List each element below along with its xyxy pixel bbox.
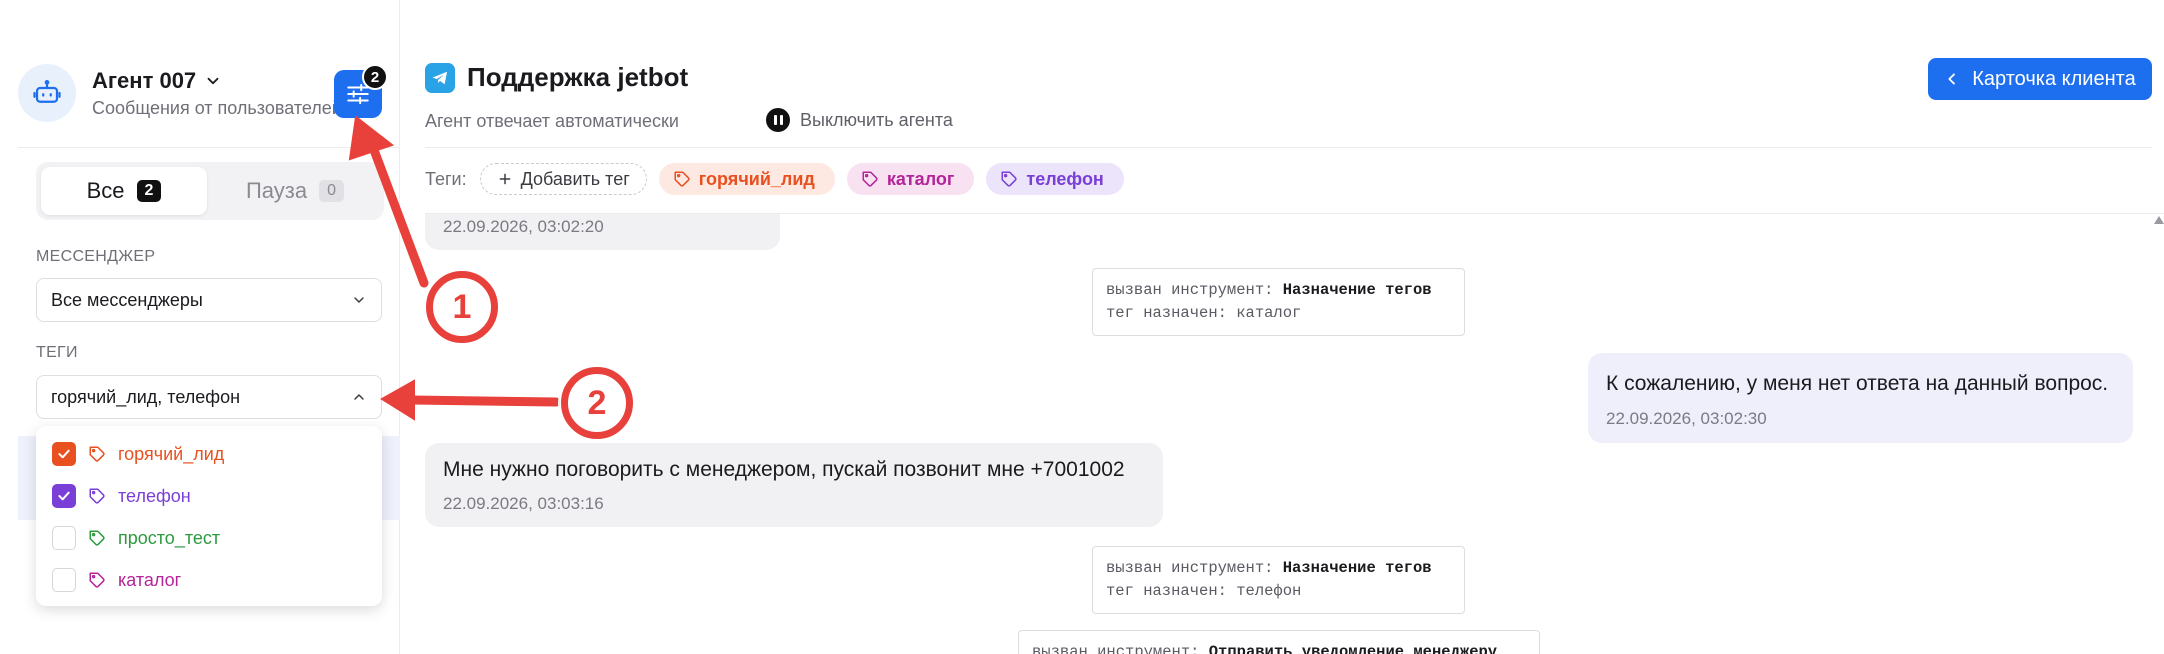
- messenger-select-value: Все мессенджеры: [51, 289, 203, 310]
- annotation-callout-1: 1: [426, 271, 498, 343]
- tool-call-result: тег назначен: телефон: [1106, 582, 1302, 600]
- tab-pause[interactable]: Пауза 0: [212, 167, 378, 215]
- tags-bar-label: Теги:: [425, 168, 467, 189]
- tags-filter-label: ТЕГИ: [36, 344, 78, 361]
- robot-icon: [33, 80, 61, 103]
- message-list[interactable]: 22.09.2026, 03:02:20 вызван инструмент: …: [400, 214, 2164, 654]
- tag-icon: [674, 171, 690, 187]
- tag-chip-telefon[interactable]: телефон: [986, 163, 1124, 195]
- checkbox-checked[interactable]: [52, 484, 76, 508]
- telegram-icon: [425, 62, 455, 93]
- tag-icon: [89, 572, 105, 588]
- tag-icon: [862, 171, 878, 187]
- tags-select[interactable]: горячий_лид, телефон: [36, 375, 382, 419]
- tag-chip-label: каталог: [886, 168, 955, 189]
- pause-icon: [766, 108, 790, 132]
- chevron-down-icon: [354, 297, 364, 303]
- tool-call-name: Отправить уведомление менеджеру: [1208, 643, 1498, 654]
- tag-option-label: телефон: [118, 485, 191, 506]
- tag-icon: [89, 446, 105, 462]
- tab-pause-count: 0: [319, 180, 345, 202]
- message-time: 22.09.2026, 03:03:16: [443, 494, 604, 513]
- add-tag-button[interactable]: Добавить тег: [479, 163, 647, 195]
- chevron-down-icon: [207, 77, 219, 85]
- message-time: 22.09.2026, 03:02:30: [1606, 409, 1767, 428]
- tab-all-label: Все: [86, 178, 125, 203]
- agent-status-text: Агент отвечает автоматически: [425, 111, 679, 131]
- tag-option-goryachiy-lid[interactable]: горячий_лид: [52, 440, 224, 468]
- message-text: Мне нужно поговорить с менеджером, пуска…: [443, 458, 1125, 481]
- agent-avatar: [18, 64, 76, 122]
- tool-call-name: Назначение тегов: [1282, 559, 1432, 577]
- disable-agent-label: Выключить агента: [800, 109, 953, 130]
- tool-call-name: Назначение тегов: [1282, 281, 1432, 299]
- tag-option-katalog[interactable]: каталог: [52, 566, 181, 594]
- tag-chip-katalog[interactable]: каталог: [846, 163, 975, 195]
- checkbox-checked[interactable]: [52, 442, 76, 466]
- tool-call-box: вызван инструмент: Назначение тегов тег …: [1092, 268, 1465, 336]
- tab-all[interactable]: Все 2: [41, 167, 207, 215]
- tool-call-box: вызван инструмент: Назначение тегов тег …: [1092, 546, 1465, 614]
- add-tag-label: Добавить тег: [520, 168, 630, 189]
- messenger-select[interactable]: Все мессенджеры: [36, 278, 382, 322]
- tool-call-line: вызван инструмент: Отправить уведомление…: [1032, 641, 1526, 654]
- tool-call-prefix: вызван инструмент:: [1032, 643, 1200, 654]
- tool-call-box: вызван инструмент: Отправить уведомление…: [1018, 630, 1540, 654]
- tags-select-value: горячий_лид, телефон: [51, 386, 241, 407]
- tag-icon: [1001, 171, 1018, 187]
- tag-option-label: горячий_лид: [118, 443, 225, 464]
- tab-all-count: 2: [136, 180, 162, 202]
- tool-call-prefix: вызван инструмент:: [1106, 281, 1274, 299]
- client-card-label: Карточка клиента: [1972, 67, 2136, 90]
- chat-panel: Поддержка jetbot Агент отвечает автомати…: [400, 0, 2164, 654]
- agent-name: Агент 007: [92, 68, 197, 93]
- message-incoming: 22.09.2026, 03:02:20: [425, 214, 780, 250]
- tab-pause-label: Пауза: [245, 178, 308, 203]
- checkmark-icon: [58, 491, 70, 501]
- tag-option-label: просто_тест: [118, 527, 221, 548]
- agent-subtitle: Сообщения от пользователей: [92, 98, 342, 118]
- tag-chip-label: горячий_лид: [698, 168, 815, 189]
- message-time: 22.09.2026, 03:02:20: [443, 217, 604, 236]
- tag-icon: [89, 530, 105, 546]
- messenger-label: МЕССЕНДЖЕР: [36, 248, 156, 265]
- tag-chip-goryachiy-lid[interactable]: горячий_лид: [658, 163, 835, 195]
- tags-bar: Теги: Добавить тег горячий_лид каталог т…: [425, 163, 1124, 195]
- tool-call-line: вызван инструмент: Назначение тегов: [1106, 279, 1451, 302]
- tag-icon: [89, 488, 105, 504]
- tag-option-prosto-test[interactable]: просто_тест: [52, 524, 220, 552]
- filter-count-badge: 2: [362, 64, 388, 90]
- tag-option-telefon[interactable]: телефон: [52, 482, 191, 510]
- checkmark-icon: [58, 449, 70, 459]
- sidebar: Агент 007 Сообщения от пользователей 2 В…: [0, 0, 400, 654]
- agent-selector[interactable]: Агент 007: [92, 68, 222, 94]
- message-text: К сожалению, у меня нет ответа на данный…: [1606, 372, 2109, 395]
- divider: [425, 147, 2152, 148]
- message-incoming: Мне нужно поговорить с менеджером, пуска…: [425, 443, 1163, 527]
- tags-dropdown: горячий_лид телефон просто_тест каталог: [36, 426, 382, 606]
- checkbox-unchecked[interactable]: [52, 526, 76, 550]
- client-card-button[interactable]: Карточка клиента: [1928, 58, 2152, 100]
- status-segmented-control: Все 2 Пауза 0: [36, 162, 384, 220]
- tool-call-prefix: вызван инструмент:: [1106, 559, 1274, 577]
- annotation-callout-2: 2: [561, 367, 633, 439]
- tag-option-label: каталог: [118, 569, 182, 590]
- tool-call-result: тег назначен: каталог: [1106, 304, 1302, 322]
- tool-call-line: вызван инструмент: Назначение тегов: [1106, 557, 1451, 580]
- chat-title: Поддержка jetbot: [467, 62, 689, 92]
- plus-icon: [499, 173, 511, 185]
- chat-header: Поддержка jetbot: [425, 62, 688, 93]
- checkbox-unchecked[interactable]: [52, 568, 76, 592]
- scrollbar-arrow-up[interactable]: [2154, 216, 2164, 224]
- tag-chip-label: телефон: [1026, 168, 1104, 189]
- disable-agent-button[interactable]: Выключить агента: [766, 108, 953, 132]
- divider: [18, 147, 400, 148]
- chevron-up-icon: [354, 394, 364, 400]
- chevron-left-icon: [1948, 73, 1956, 85]
- message-outgoing: К сожалению, у меня нет ответа на данный…: [1588, 353, 2133, 443]
